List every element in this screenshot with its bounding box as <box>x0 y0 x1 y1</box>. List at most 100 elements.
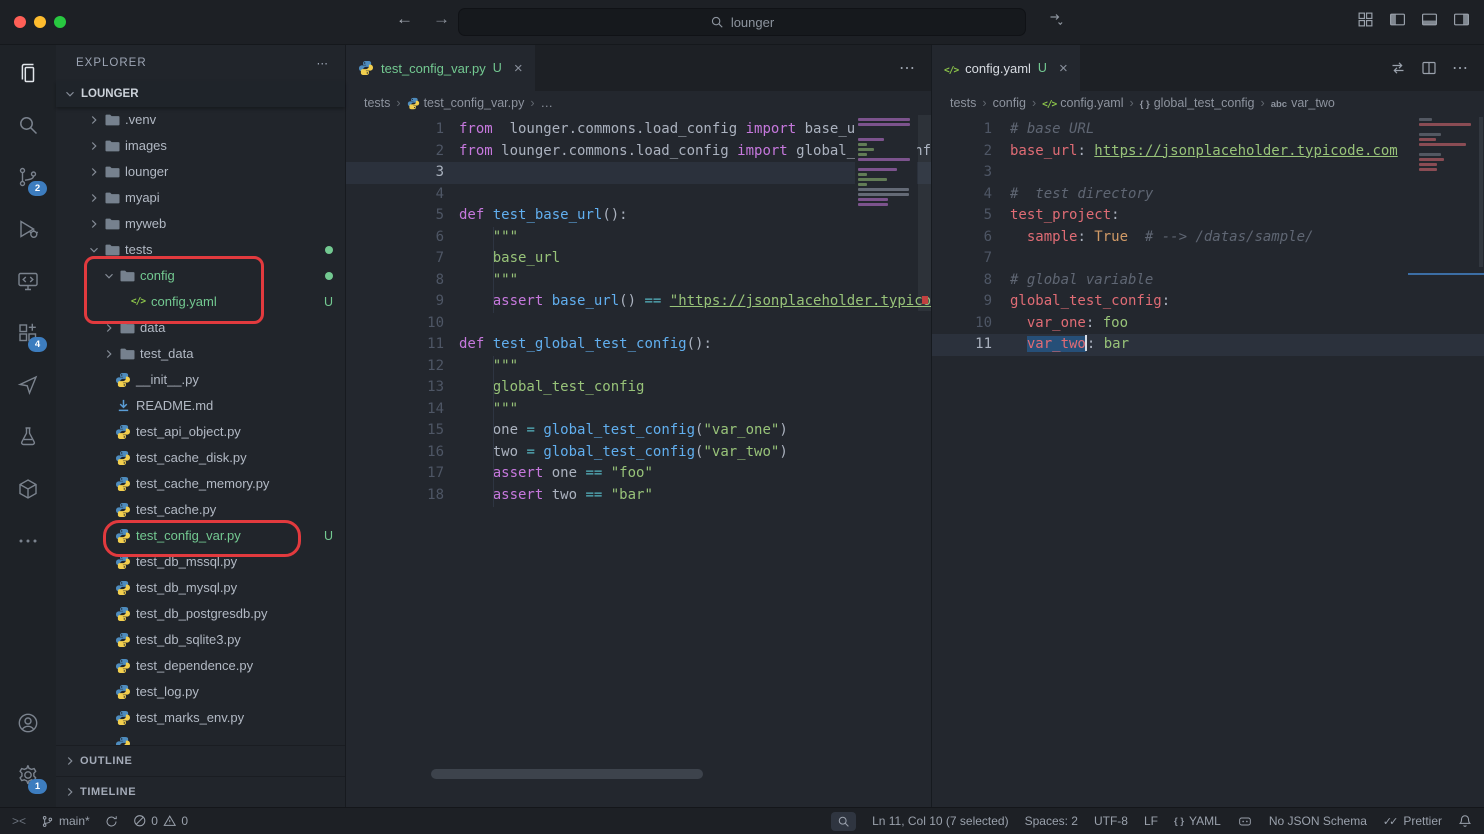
breadcrumb-item-test-config-var-py[interactable]: test_config_var.py <box>407 96 525 110</box>
zoom-window-button[interactable] <box>54 16 66 28</box>
code-line-8[interactable]: 8 """ <box>346 270 931 292</box>
project-section-header[interactable]: LOUNGER <box>56 81 345 107</box>
code-line-5[interactable]: 5test_project: <box>932 205 1484 227</box>
tree-item-test_api_object.py[interactable]: test_api_object.py <box>56 419 345 445</box>
code-line-8[interactable]: 8# global variable <box>932 270 1484 292</box>
tree-item-test_dependence.py[interactable]: test_dependence.py <box>56 653 345 679</box>
tree-item-test_cache_disk.py[interactable]: test_cache_disk.py <box>56 445 345 471</box>
vertical-scrollbar[interactable] <box>1479 117 1483 267</box>
code-line-6[interactable]: 6 """ <box>346 227 931 249</box>
eol-status[interactable]: LF <box>1144 814 1158 828</box>
outline-section-header[interactable]: OUTLINE <box>56 745 345 776</box>
formatter-status[interactable]: ✓✓ Prettier <box>1383 814 1442 828</box>
code-line-14[interactable]: 14 """ <box>346 399 931 421</box>
notifications-bell-icon[interactable] <box>1458 814 1472 828</box>
code-line-10[interactable]: 10 var_one: foo <box>932 313 1484 335</box>
code-line-2[interactable]: 2base_url: https://jsonplaceholder.typic… <box>932 141 1484 163</box>
tree-item-__init__.py[interactable]: __init__.py <box>56 367 345 393</box>
toggle-primary-sidebar-icon[interactable] <box>1389 11 1406 28</box>
code-line-13[interactable]: 13 global_test_config <box>346 377 931 399</box>
activity-more[interactable] <box>4 515 52 567</box>
split-icon[interactable] <box>1421 60 1437 76</box>
tree-item-myweb[interactable]: myweb <box>56 211 345 237</box>
tree-item-lounger[interactable]: lounger <box>56 159 345 185</box>
cursor-position-status[interactable]: Ln 11, Col 10 (7 selected) <box>872 814 1009 828</box>
code-area[interactable]: 1# base URL2base_url: https://jsonplaceh… <box>932 115 1484 807</box>
customize-layout-icon[interactable] <box>1357 11 1374 28</box>
indentation-status[interactable]: Spaces: 2 <box>1025 814 1078 828</box>
tree-item-data[interactable]: data <box>56 315 345 341</box>
close-window-button[interactable] <box>14 16 26 28</box>
back-arrow-icon[interactable]: ← <box>396 9 413 29</box>
tree-item-test_cache_memory.py[interactable]: test_cache_memory.py <box>56 471 345 497</box>
vertical-scrollbar[interactable] <box>918 115 931 311</box>
breadcrumb-item-global-test-config[interactable]: { }global_test_config <box>1140 96 1255 110</box>
tree-item-clipped[interactable] <box>56 731 345 745</box>
code-line-15[interactable]: 15 one = global_test_config("var_one") <box>346 420 931 442</box>
tree-item-test_db_sqlite3.py[interactable]: test_db_sqlite3.py <box>56 627 345 653</box>
code-line-3[interactable]: 3 <box>932 162 1484 184</box>
forward-arrow-icon[interactable]: → <box>433 9 450 29</box>
timeline-section-header[interactable]: TIMELINE <box>56 776 345 807</box>
activity-run-debug[interactable] <box>4 203 52 255</box>
minimap[interactable] <box>1416 117 1476 172</box>
tree-item-README.md[interactable]: README.md <box>56 393 345 419</box>
activity-source-control[interactable]: 2 <box>4 151 52 203</box>
breadcrumb[interactable]: tests›config›</>config.yaml›{ }global_te… <box>932 91 1484 115</box>
encoding-status[interactable]: UTF-8 <box>1094 814 1128 828</box>
code-line-18[interactable]: 18 assert two == "bar" <box>346 485 931 507</box>
json-schema-status[interactable]: No JSON Schema <box>1269 814 1367 828</box>
breadcrumb-item-tests[interactable]: tests <box>364 96 390 110</box>
code-line-9[interactable]: 9 assert base_url() == "https://jsonplac… <box>346 291 931 313</box>
minimap[interactable] <box>855 117 917 207</box>
copilot-icon[interactable] <box>1237 813 1253 829</box>
window-switcher-icon[interactable] <box>1048 12 1064 28</box>
breadcrumb-item-config[interactable]: config <box>993 96 1026 110</box>
activity-live-share[interactable] <box>4 359 52 411</box>
tree-item-test_cache.py[interactable]: test_cache.py <box>56 497 345 523</box>
tree-item-images[interactable]: images <box>56 133 345 159</box>
git-branch-status[interactable]: main* <box>41 814 90 828</box>
code-line-5[interactable]: 5def test_base_url(): <box>346 205 931 227</box>
sidebar-more-actions-icon[interactable]: ⋯ <box>317 56 330 70</box>
minimize-window-button[interactable] <box>34 16 46 28</box>
code-line-1[interactable]: 1# base URL <box>932 119 1484 141</box>
macos-traffic-lights[interactable] <box>14 16 66 28</box>
tree-item-test_db_mysql.py[interactable]: test_db_mysql.py <box>56 575 345 601</box>
language-mode-status[interactable]: { } YAML <box>1174 814 1221 828</box>
code-line-11[interactable]: 11def test_global_test_config(): <box>346 334 931 356</box>
code-line-12[interactable]: 12 """ <box>346 356 931 378</box>
breadcrumb-item-tests[interactable]: tests <box>950 96 976 110</box>
tab-test-config-var[interactable]: test_config_var.py U × <box>346 45 535 91</box>
activity-settings[interactable]: 1 <box>4 749 52 801</box>
toggle-panel-icon[interactable] <box>1421 11 1438 28</box>
activity-search[interactable] <box>4 99 52 151</box>
code-line-4[interactable]: 4# test directory <box>932 184 1484 206</box>
zoom-indicator[interactable] <box>831 812 856 831</box>
breadcrumb-item-var-two[interactable]: abcvar_two <box>1271 96 1335 110</box>
code-line-16[interactable]: 16 two = global_test_config("var_two") <box>346 442 931 464</box>
tab-config-yaml[interactable]: </> config.yaml U × <box>932 45 1080 91</box>
code-line-4[interactable]: 4 <box>346 184 931 206</box>
toggle-secondary-sidebar-icon[interactable] <box>1453 11 1470 28</box>
code-line-6[interactable]: 6 sample: True # --> /datas/sample/ <box>932 227 1484 249</box>
close-icon[interactable]: × <box>1059 60 1068 77</box>
tree-item-config.yaml[interactable]: </>config.yamlU <box>56 289 345 315</box>
sync-button[interactable] <box>105 815 118 828</box>
tree-item-myapi[interactable]: myapi <box>56 185 345 211</box>
activity-extensions[interactable]: 4 <box>4 307 52 359</box>
activity-testing[interactable] <box>4 411 52 463</box>
tree-item-config[interactable]: config <box>56 263 345 289</box>
activity-packages[interactable] <box>4 463 52 515</box>
more-actions-icon[interactable]: ⋯ <box>1452 58 1468 78</box>
code-line-9[interactable]: 9global_test_config: <box>932 291 1484 313</box>
swap-icon[interactable] <box>1390 60 1406 76</box>
tree-item-test_data[interactable]: test_data <box>56 341 345 367</box>
tree-item-test_log.py[interactable]: test_log.py <box>56 679 345 705</box>
code-line-7[interactable]: 7 base_url <box>346 248 931 270</box>
code-area[interactable]: 1from lounger.commons.load_config import… <box>346 115 931 807</box>
tree-item-.venv[interactable]: .venv <box>56 107 345 133</box>
code-line-10[interactable]: 10 <box>346 313 931 335</box>
more-actions-icon[interactable]: ⋯ <box>899 58 915 78</box>
tree-item-test_db_mssql.py[interactable]: test_db_mssql.py <box>56 549 345 575</box>
